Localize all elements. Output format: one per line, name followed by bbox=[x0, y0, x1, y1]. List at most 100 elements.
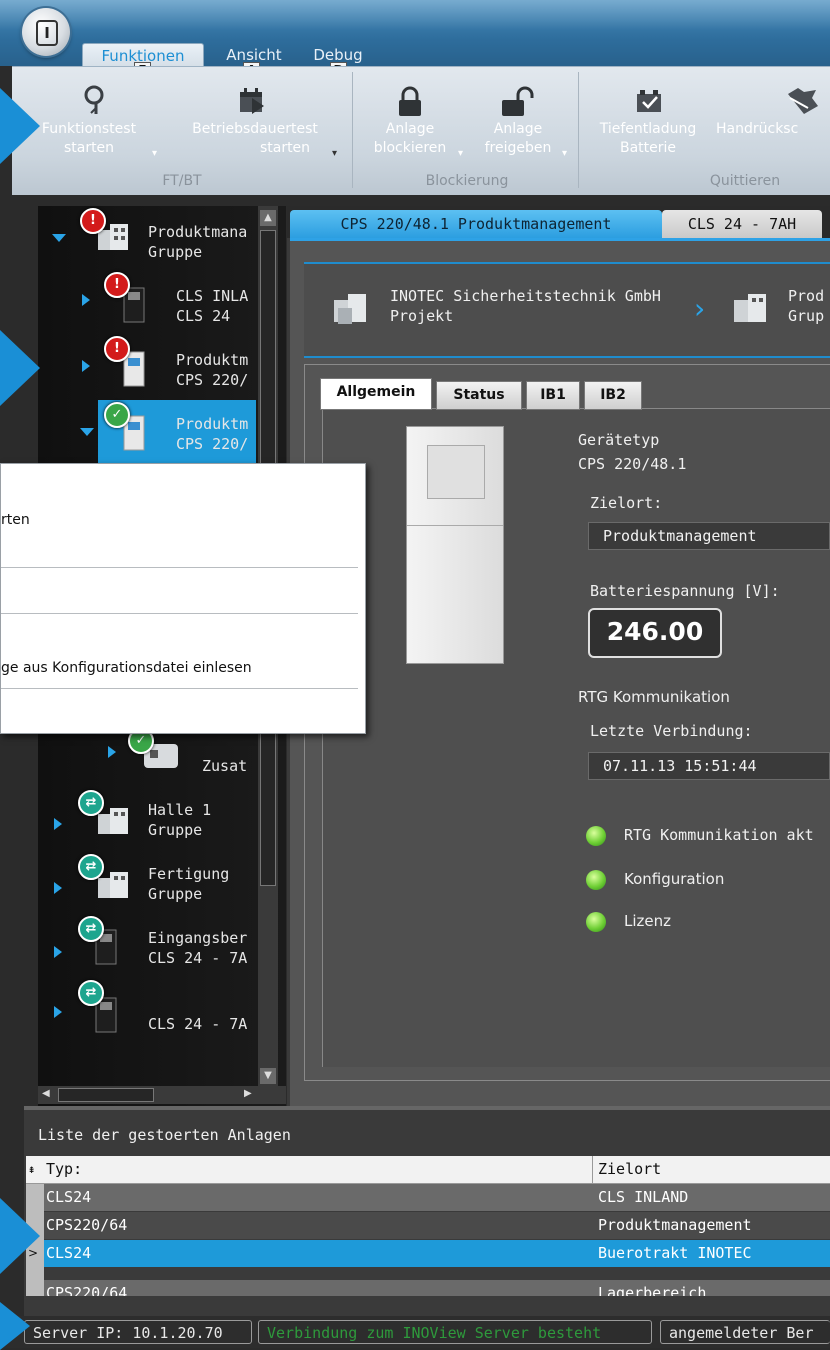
last-connection-field[interactable]: 07.11.13 15:51:44 bbox=[588, 752, 830, 780]
tree-node-label[interactable]: Eingangsber CLS 24 - 7A bbox=[148, 928, 247, 968]
sync-badge-icon: ⇄ bbox=[78, 854, 104, 880]
group-label-ftbt: FT/BT bbox=[162, 173, 202, 189]
expand-caret-icon[interactable] bbox=[82, 294, 90, 306]
geraetetyp: Gerätetyp CPS 220/48.1 bbox=[578, 431, 687, 473]
error-badge-icon: ! bbox=[104, 336, 130, 362]
tiefentladung-button[interactable]: Tiefentladung Batterie bbox=[580, 120, 716, 158]
last-connection-label: Letzte Verbindung: bbox=[590, 722, 753, 740]
breadcrumb-company[interactable]: INOTEC Sicherheitstechnik GmbH Projekt bbox=[390, 286, 661, 326]
breadcrumb-group[interactable]: Prod Grup bbox=[788, 286, 824, 326]
error-badge-icon: ! bbox=[104, 272, 130, 298]
lock-closed-icon bbox=[396, 86, 424, 118]
tree-node-label[interactable]: Produktmana Gruppe bbox=[148, 222, 247, 262]
tree-node-label[interactable]: Fertigung Gruppe bbox=[148, 864, 229, 904]
app-logo-icon: I bbox=[36, 20, 58, 46]
callout-arrow-icon bbox=[0, 330, 40, 406]
splitter[interactable] bbox=[24, 1106, 830, 1110]
tree-node-label[interactable]: Produktm CPS 220/ bbox=[176, 414, 248, 454]
scroll-right-icon[interactable]: ▶ bbox=[244, 1088, 252, 1099]
led-green-icon bbox=[586, 826, 606, 846]
anlage-blockieren-button[interactable]: Anlage blockieren bbox=[360, 120, 460, 158]
tree-node-label[interactable]: Halle 1 Gruppe bbox=[148, 800, 211, 840]
menu-separator bbox=[1, 613, 358, 614]
expand-caret-icon[interactable] bbox=[54, 882, 62, 894]
led-green-icon bbox=[586, 870, 606, 890]
table-row[interactable]: CPS220/64 Lagerbereich bbox=[26, 1268, 830, 1296]
context-menu-item[interactable]: rten bbox=[1, 512, 30, 528]
tree-node-label[interactable]: CLS INLA CLS 24 bbox=[176, 286, 248, 326]
ribbon-divider bbox=[352, 72, 353, 188]
dropdown-arrow-icon[interactable]: ▾ bbox=[152, 148, 157, 159]
led-green-icon bbox=[586, 912, 606, 932]
handruecksetzen-button[interactable]: Handrücksc bbox=[716, 120, 830, 139]
tree-node-label[interactable]: Zusat bbox=[202, 756, 247, 776]
expand-caret-icon[interactable] bbox=[54, 1006, 62, 1018]
device-image bbox=[406, 426, 504, 664]
led-lizenz-label: Lizenz bbox=[624, 912, 672, 930]
anlage-freigeben-button[interactable]: Anlage freigeben bbox=[470, 120, 566, 158]
sync-badge-icon: ⇄ bbox=[78, 916, 104, 942]
scroll-up-icon[interactable]: ▲ bbox=[260, 210, 276, 226]
tree-node-label[interactable]: Produktm CPS 220/ bbox=[176, 350, 248, 390]
tree-hscrollbar[interactable]: ◀ ▶ bbox=[38, 1086, 286, 1104]
project-icon bbox=[330, 290, 376, 328]
calendar-arrow-icon bbox=[238, 86, 268, 116]
hscrollbar-thumb[interactable] bbox=[58, 1088, 154, 1102]
dropdown-arrow-icon[interactable]: ▾ bbox=[332, 148, 337, 159]
sync-badge-icon: ⇄ bbox=[78, 790, 104, 816]
expand-caret-icon[interactable] bbox=[82, 360, 90, 372]
expand-caret-icon[interactable] bbox=[54, 946, 62, 958]
grid-corner-icon: ⇞ bbox=[28, 1162, 36, 1176]
status-connection: Verbindung zum INOView Server besteht bbox=[258, 1320, 652, 1344]
zielort-label: Zielort: bbox=[590, 494, 663, 512]
led-konfiguration-label: Konfiguration bbox=[624, 870, 725, 888]
battery-label: Batteriespannung [V]: bbox=[590, 582, 780, 600]
doc-tab-cls[interactable]: CLS 24 - 7AH bbox=[662, 210, 822, 238]
error-badge-icon: ! bbox=[80, 208, 106, 234]
col-typ[interactable]: Typ: bbox=[46, 1156, 82, 1183]
doc-tab-cps[interactable]: CPS 220/48.1 Produktmanagement bbox=[290, 210, 662, 238]
betriebsdauertest-button[interactable]: Betriebsdauertest starten bbox=[172, 120, 338, 158]
fault-list-header: ⇞ Typ: Zielort bbox=[26, 1156, 830, 1184]
dropdown-arrow-icon[interactable]: ▾ bbox=[458, 148, 463, 159]
application-menu-button[interactable]: I bbox=[22, 8, 70, 56]
menu-separator bbox=[1, 567, 358, 568]
led-rtg-label: RTG Kommunikation akt bbox=[624, 826, 814, 844]
lock-open-icon bbox=[500, 86, 534, 118]
group-label-blockierung: Blockierung bbox=[425, 173, 509, 189]
subtab-ib1[interactable]: IB1 bbox=[526, 381, 580, 410]
subtab-ib2[interactable]: IB2 bbox=[584, 381, 642, 410]
subtab-allgemein[interactable]: Allgemein bbox=[320, 378, 432, 410]
battery-check-icon bbox=[634, 86, 666, 116]
rtg-label: RTG Kommunikation bbox=[578, 688, 730, 706]
dropdown-arrow-icon[interactable]: ▾ bbox=[562, 148, 567, 159]
scroll-left-icon[interactable]: ◀ bbox=[42, 1088, 50, 1099]
breadcrumb-chevron-icon: › bbox=[694, 292, 706, 325]
col-zielort[interactable]: Zielort bbox=[592, 1156, 661, 1183]
expand-caret-icon[interactable] bbox=[54, 818, 62, 830]
tree-node-label[interactable]: CLS 24 - 7A bbox=[148, 1014, 247, 1034]
ribbon-divider bbox=[578, 72, 579, 188]
context-menu-item[interactable]: ge aus Konfigurationsdatei einlesen bbox=[1, 660, 252, 676]
zielort-field[interactable]: Produktmanagement bbox=[588, 522, 830, 550]
building-group-icon bbox=[730, 290, 776, 328]
subtab-status[interactable]: Status bbox=[436, 381, 522, 410]
table-row-selected[interactable]: > CLS24 Buerotrakt INOTEC bbox=[26, 1240, 830, 1267]
table-row[interactable]: CPS220/64 Produktmanagement bbox=[26, 1212, 830, 1239]
group-label-quittieren: Quittieren bbox=[709, 173, 781, 189]
menu-separator bbox=[1, 688, 358, 689]
table-row[interactable]: CLS24 CLS INLAND bbox=[26, 1184, 830, 1211]
scroll-down-icon[interactable]: ▼ bbox=[260, 1068, 276, 1084]
callout-arrow-icon bbox=[0, 1198, 40, 1274]
ok-badge-icon: ✓ bbox=[104, 402, 130, 428]
context-menu: rten ge aus Konfigurationsdatei einlesen bbox=[0, 463, 366, 734]
callout-arrow-icon bbox=[0, 1302, 30, 1350]
collapse-caret-icon[interactable] bbox=[80, 428, 94, 436]
tab-body-allgemein bbox=[322, 408, 830, 1067]
hand-reset-icon bbox=[784, 84, 820, 116]
expand-caret-icon[interactable] bbox=[108, 746, 116, 758]
status-user: angemeldeter Ber bbox=[660, 1320, 830, 1344]
callout-arrow-icon bbox=[0, 88, 40, 164]
fault-list-title: Liste der gestoerten Anlagen bbox=[38, 1126, 291, 1144]
collapse-caret-icon[interactable] bbox=[52, 234, 66, 242]
